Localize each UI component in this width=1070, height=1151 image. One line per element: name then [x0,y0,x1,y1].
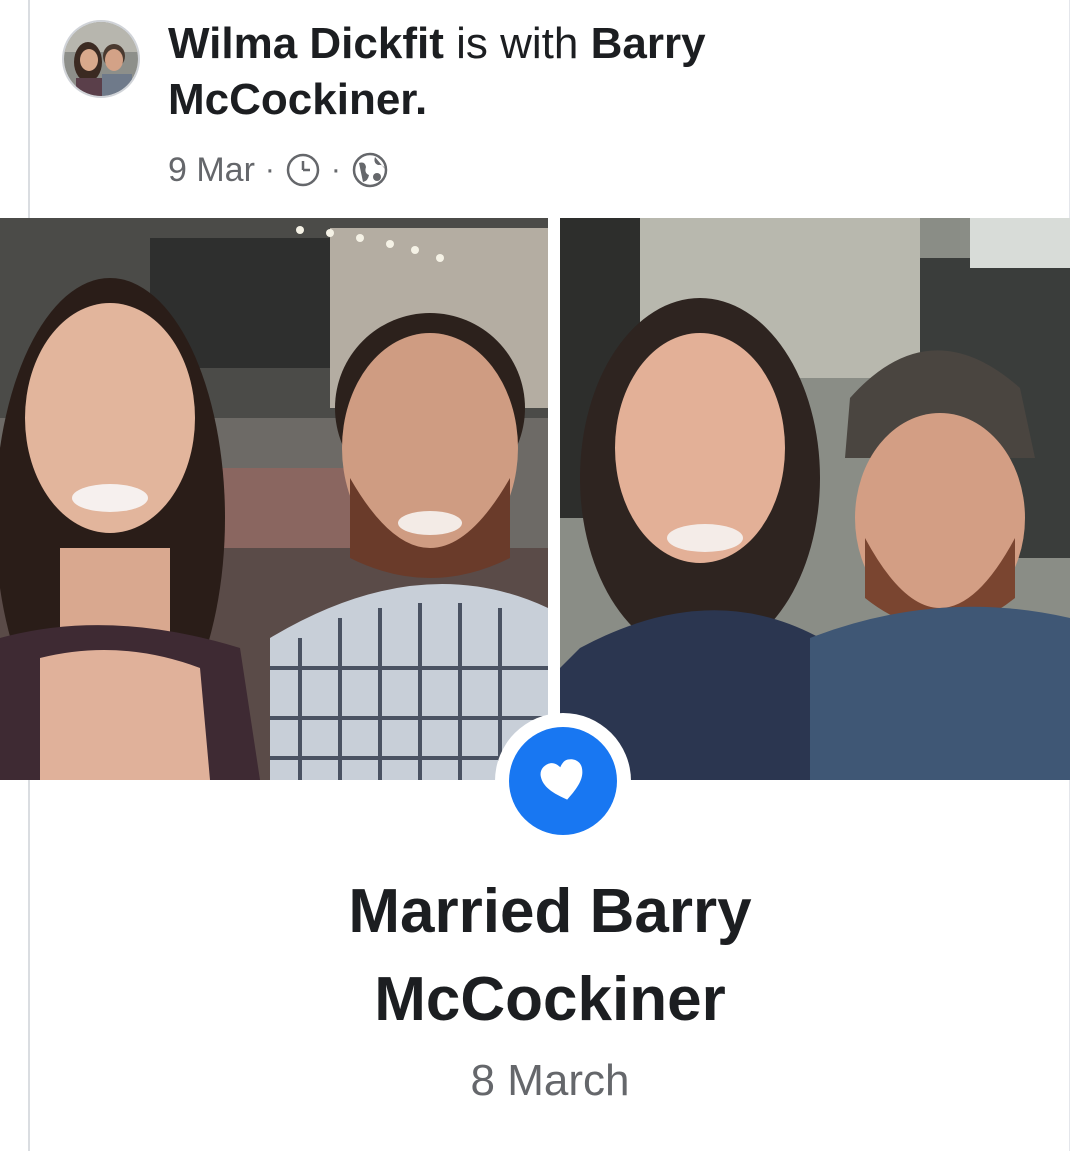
tagged-name[interactable]: Barry [591,19,706,68]
life-event-title-line1: Married Barry [348,877,752,946]
life-event-badge [495,713,631,849]
life-event-title: Married Barry McCockiner [0,868,1070,1044]
life-event-title-line2: McCockiner [374,965,726,1034]
meta-separator-2: · [330,153,341,186]
meta-separator: · [264,153,275,186]
with-text: is with [456,19,579,68]
globe-icon[interactable] [351,151,389,189]
heart-icon [509,727,617,835]
photo-collage [0,218,1070,780]
life-event-date: 8 March [470,1056,630,1105]
post-header: Wilma Dickfit is with Barry McCockiner. [168,16,1028,128]
couple-photo-left[interactable] [0,218,548,780]
post-date[interactable]: 9 Mar [168,151,255,190]
avatar-image [64,22,138,96]
post-meta: 9 Mar · · [168,146,389,194]
avatar[interactable] [62,20,140,98]
clock-icon [285,152,321,188]
couple-photo-right[interactable] [560,218,1070,780]
tagged-name-last[interactable]: McCockiner. [168,75,427,124]
author-name[interactable]: Wilma Dickfit [168,19,444,68]
